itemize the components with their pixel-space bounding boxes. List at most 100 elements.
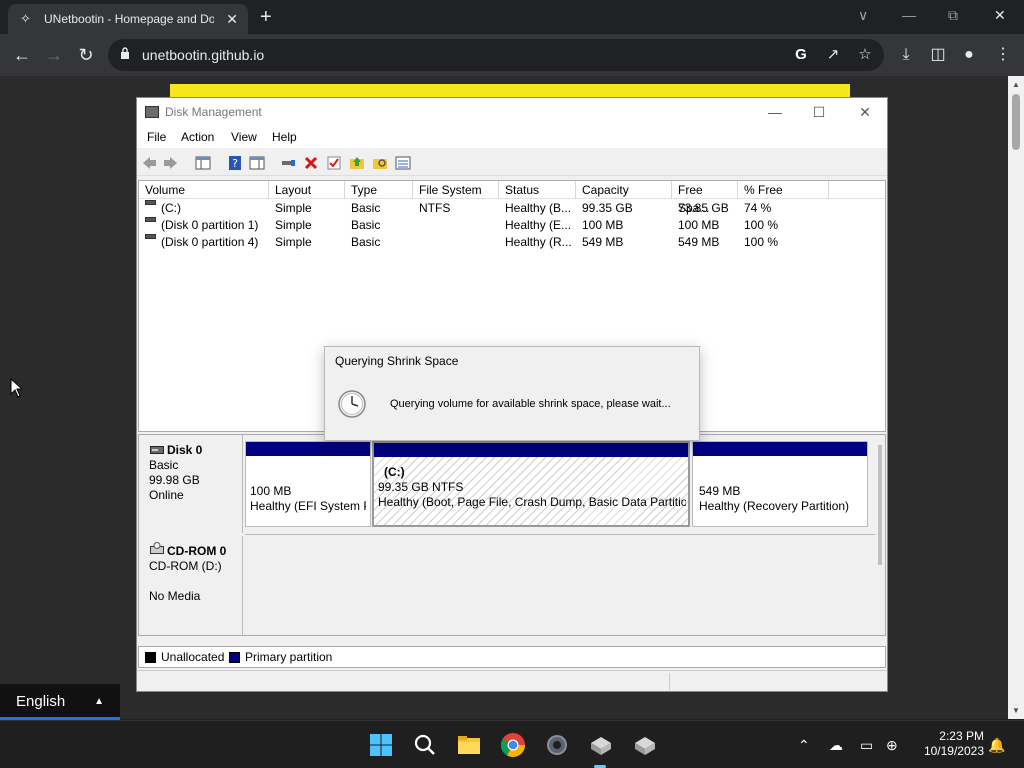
scrollbar-thumb[interactable] — [1012, 94, 1020, 150]
clock-time: 2:23 PM — [939, 729, 984, 743]
col-header-volume[interactable]: Volume — [139, 181, 269, 199]
volume-name: (Disk 0 partition 4) — [161, 235, 259, 249]
connect-icon[interactable] — [280, 155, 296, 171]
windows-start-icon[interactable] — [367, 731, 395, 759]
volume-capacity: 99.35 GB — [582, 201, 633, 215]
notification-bell-icon[interactable]: 🔔 — [988, 735, 1005, 755]
volume-row[interactable]: (Disk 0 partition 4) Simple Basic Health… — [139, 234, 885, 251]
volume-row[interactable]: (Disk 0 partition 1) Simple Basic Health… — [139, 217, 885, 234]
col-header-status[interactable]: Status — [499, 181, 576, 199]
forward-icon[interactable] — [163, 155, 179, 171]
col-header-capacity[interactable]: Capacity — [576, 181, 672, 199]
disk-management-icon[interactable] — [631, 731, 659, 759]
taskbar: ⌃ ☁ ▭ ⊕ 2:23 PM 10/19/2023 🔔 — [0, 720, 1024, 768]
help-icon[interactable]: ? — [227, 155, 243, 171]
console-tree-icon[interactable] — [195, 155, 211, 171]
volume-free-space: 100 MB — [678, 218, 720, 232]
dm-minimize-button[interactable]: — — [753, 98, 797, 126]
tab-close-icon[interactable]: ✕ — [226, 4, 238, 34]
restore-button[interactable]: ⧉ — [948, 4, 958, 26]
folder-up-icon[interactable] — [349, 155, 365, 171]
tab-search-icon[interactable]: ∨ — [858, 4, 868, 26]
volume-free-space: 73.85 GB — [678, 201, 729, 215]
graph-scrollbar-thumb[interactable] — [878, 445, 882, 565]
disk0-label[interactable]: Disk 0 Basic 99.98 GB Online — [139, 435, 243, 533]
bookmark-star-icon[interactable]: ☆ — [855, 45, 875, 65]
tab-title: UNetbootin - Homepage and Do — [44, 12, 214, 26]
view-list-icon[interactable] — [395, 155, 411, 171]
disk0-name: Disk 0 — [167, 443, 203, 457]
partition-efi[interactable]: 100 MB Healthy (EFI System P — [245, 441, 371, 527]
col-header-type[interactable]: Type — [345, 181, 413, 199]
download-icon[interactable]: ⤓ — [895, 44, 917, 66]
onedrive-icon[interactable]: ☁ — [829, 735, 843, 755]
profile-icon[interactable]: ● — [958, 44, 980, 66]
dm-title-bar[interactable]: Disk Management — ☐ ✕ — [137, 98, 887, 126]
col-header-layout[interactable]: Layout — [269, 181, 345, 199]
browser-tab[interactable]: ✧ UNetbootin - Homepage and Do ✕ — [8, 4, 248, 34]
reload-icon[interactable]: ↻ — [73, 42, 99, 68]
status-divider — [669, 673, 670, 690]
cdrom-icon — [150, 542, 164, 554]
properties-pane-icon[interactable] — [249, 155, 265, 171]
network-volume-icon[interactable]: ⊕ — [886, 735, 898, 755]
file-explorer-icon[interactable] — [455, 731, 483, 759]
forward-arrow-icon[interactable]: → — [41, 42, 67, 68]
disk-management-icon[interactable] — [587, 731, 615, 759]
caret-up-icon: ▲ — [94, 696, 104, 707]
page-scrollbar[interactable]: ▲ ▼ — [1008, 76, 1024, 719]
drive-icon — [145, 200, 156, 205]
disk-graphical-view: Disk 0 Basic 99.98 GB Online 100 MB Heal… — [138, 434, 886, 636]
graph-scrollbar[interactable] — [877, 435, 885, 635]
minimize-button[interactable]: — — [902, 4, 916, 26]
check-properties-icon[interactable] — [326, 155, 342, 171]
scroll-up-icon[interactable]: ▲ — [1012, 80, 1020, 89]
menu-help[interactable]: Help — [272, 126, 297, 148]
partition-c[interactable]: (C:) 99.35 GB NTFS Healthy (Boot, Page F… — [372, 441, 690, 527]
lock-icon — [121, 47, 129, 59]
language-selector[interactable]: English ▲ — [0, 684, 120, 720]
volume-percent-free: 100 % — [744, 235, 779, 249]
cdrom0-label[interactable]: CD-ROM 0 CD-ROM (D:) No Media — [139, 536, 243, 635]
back-icon[interactable] — [141, 155, 157, 171]
cdrom0-state: No Media — [149, 589, 201, 603]
volume-type: Basic — [351, 201, 381, 215]
url-text: unetbootin.github.io — [142, 47, 265, 63]
close-window-button[interactable]: ✕ — [994, 4, 1006, 26]
menu-file[interactable]: File — [147, 126, 166, 148]
menu-action[interactable]: Action — [181, 126, 214, 148]
dm-maximize-button[interactable]: ☐ — [797, 98, 841, 126]
chevron-up-icon[interactable]: ⌃ — [798, 735, 810, 755]
disk-management-app-icon — [145, 106, 159, 118]
google-lens-icon[interactable]: G — [791, 45, 811, 65]
disk-icon — [150, 446, 164, 454]
partition-size: 100 MB — [250, 484, 292, 498]
search-icon[interactable] — [411, 731, 439, 759]
clock-icon — [338, 390, 366, 418]
settings-icon[interactable] — [543, 731, 571, 759]
volume-percent-free: 74 % — [744, 201, 772, 215]
scroll-down-icon[interactable]: ▼ — [1012, 706, 1020, 715]
system-clock[interactable]: 2:23 PM 10/19/2023 — [912, 729, 984, 759]
display-icon[interactable]: ▭ — [860, 735, 873, 755]
mouse-cursor-icon — [10, 378, 22, 398]
chrome-icon[interactable] — [499, 731, 527, 759]
folder-search-icon[interactable] — [372, 155, 388, 171]
volume-layout: Simple — [275, 218, 312, 232]
volume-row[interactable]: (C:) Simple Basic NTFS Healthy (B... 99.… — [139, 200, 885, 217]
menu-view[interactable]: View — [231, 126, 257, 148]
address-bar[interactable]: unetbootin.github.io G ↗ ☆ — [108, 39, 884, 71]
side-panel-icon[interactable]: ◫ — [927, 44, 949, 66]
dm-close-button[interactable]: ✕ — [843, 98, 887, 126]
new-tab-button[interactable]: + — [260, 5, 272, 29]
col-header-percent-free[interactable]: % Free — [738, 181, 829, 199]
share-icon[interactable]: ↗ — [823, 45, 843, 65]
dm-title: Disk Management — [165, 105, 262, 119]
back-arrow-icon[interactable]: ← — [9, 42, 35, 68]
menu-dots-icon[interactable]: ⋮ — [992, 44, 1014, 66]
volume-layout: Simple — [275, 235, 312, 249]
col-header-file-system[interactable]: File System — [413, 181, 499, 199]
delete-icon[interactable] — [303, 155, 319, 171]
col-header-free-space[interactable]: Free Spa... — [672, 181, 738, 215]
partition-recovery[interactable]: 549 MB Healthy (Recovery Partition) — [692, 441, 868, 527]
